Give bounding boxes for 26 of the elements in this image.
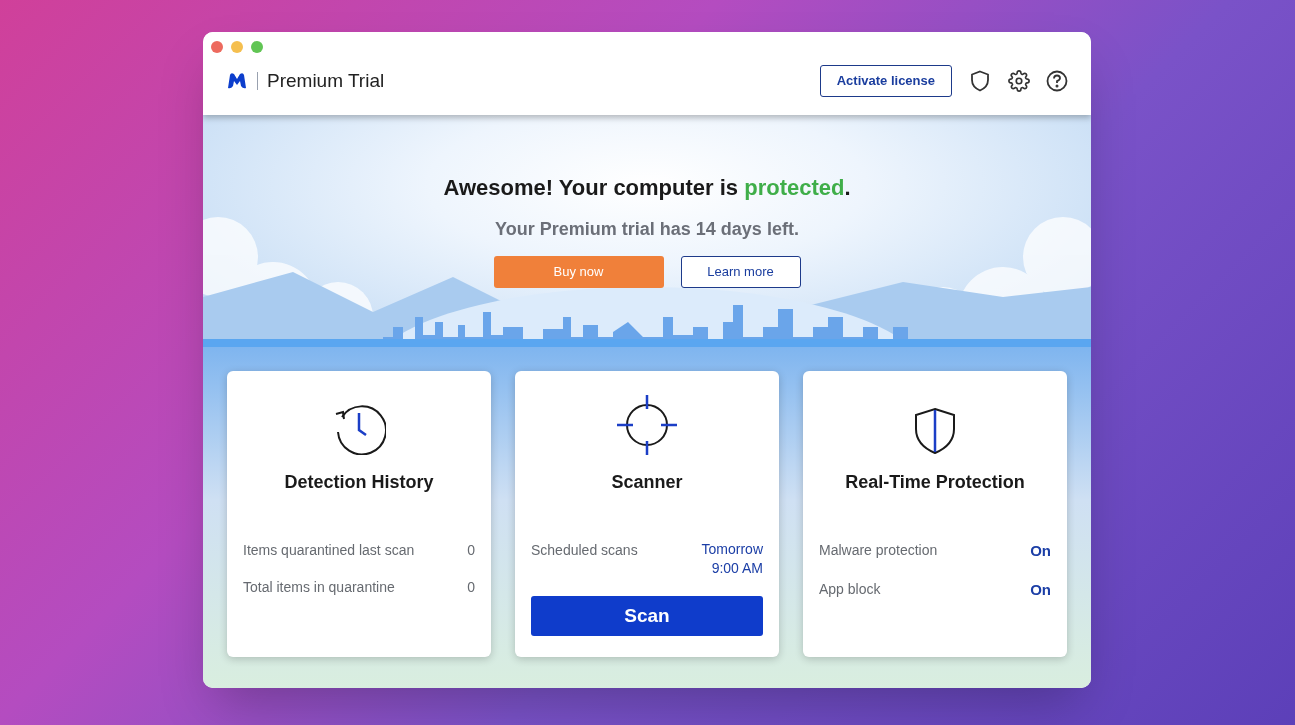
close-window-button[interactable] — [211, 41, 223, 53]
status-headline: Awesome! Your computer is protected. — [443, 174, 851, 202]
stat-label: App block — [819, 579, 881, 599]
scan-button[interactable]: Scan — [531, 596, 763, 636]
settings-icon[interactable] — [1008, 70, 1030, 92]
trial-notice: Your Premium trial has 14 days left. — [495, 218, 799, 241]
stat-value: On — [1030, 541, 1051, 561]
stat-label: Scheduled scans — [531, 541, 638, 560]
stat-value: On — [1030, 579, 1051, 600]
stat-label: Total items in quarantine — [243, 578, 395, 597]
shield-icon — [913, 407, 957, 455]
window-title: Premium Trial — [267, 68, 385, 93]
card-title: Detection History — [283, 471, 435, 494]
stat-value: Tomorrow 9:00 AM — [700, 540, 763, 578]
card-title: Scanner — [610, 471, 684, 494]
card-title: Real-Time Protection — [844, 471, 1026, 494]
learn-more-button[interactable]: Learn more — [680, 256, 801, 288]
stat-value: 0 — [467, 541, 475, 560]
stat-label: Malware protection — [819, 541, 938, 560]
stat-value: 0 — [467, 578, 475, 597]
crosshair-icon — [617, 395, 677, 455]
stat-label: Items quarantined last scan — [243, 541, 415, 560]
help-icon[interactable] — [1046, 70, 1068, 92]
shield-icon[interactable] — [970, 70, 990, 92]
logo-icon — [226, 72, 248, 90]
activate-license-button[interactable]: Activate license — [819, 65, 952, 97]
